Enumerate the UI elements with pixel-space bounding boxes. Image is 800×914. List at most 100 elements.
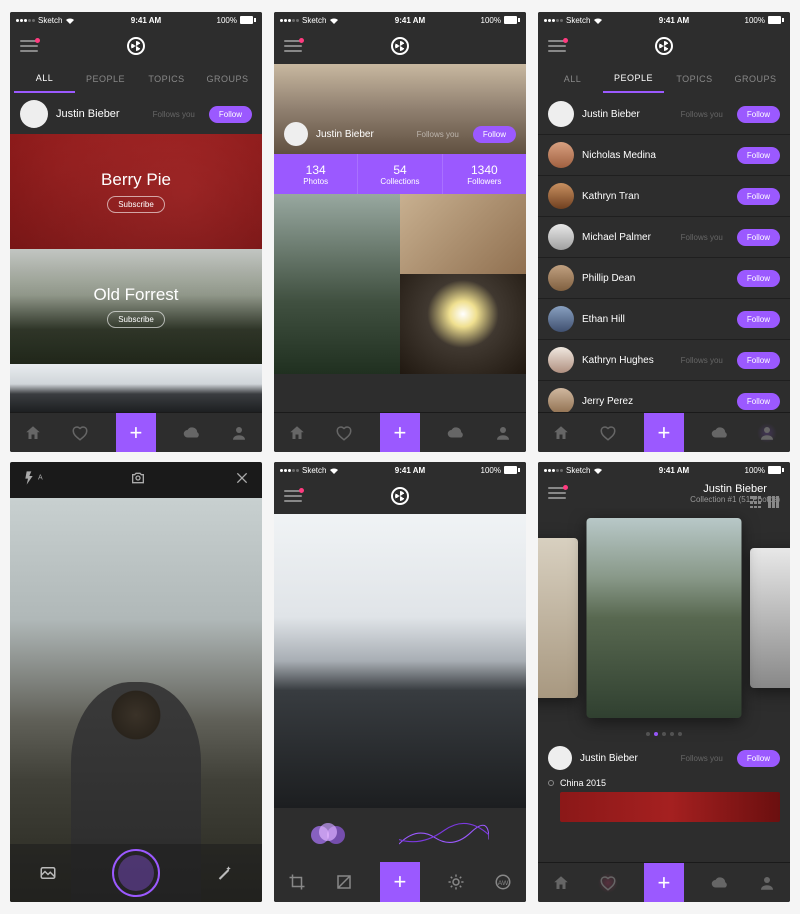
color-filter-icon[interactable] [311,823,345,847]
avatar[interactable] [548,388,574,412]
carousel-card[interactable] [538,538,578,698]
follow-button[interactable]: Follow [737,229,780,246]
tab-people[interactable]: PEOPLE [75,66,136,92]
gallery-icon[interactable] [36,861,60,885]
tab-all[interactable]: ALL [14,65,75,93]
switch-camera-icon[interactable] [130,470,146,491]
timeline-item[interactable]: China 2015 [538,776,790,790]
person-row[interactable]: Phillip Dean Follow [538,258,790,299]
follow-button[interactable]: Follow [737,270,780,287]
person-row[interactable]: Michael Palmer Follows you Follow [538,217,790,258]
add-button[interactable]: + [380,862,420,902]
avatar[interactable] [548,746,572,770]
crop-icon[interactable] [287,872,307,892]
heart-icon[interactable] [598,873,618,893]
menu-icon[interactable] [548,487,566,499]
stat-followers[interactable]: 1340Followers [443,154,526,194]
person-row[interactable]: Ethan Hill Follow [538,299,790,340]
person-row[interactable]: Kathryn Hughes Follows you Follow [538,340,790,381]
logo-icon[interactable] [127,37,145,55]
editor-photo[interactable] [274,514,526,808]
follow-button[interactable]: Follow [737,106,780,123]
card-building[interactable] [10,364,262,412]
follow-button[interactable]: Follow [737,188,780,205]
avatar[interactable] [548,224,574,250]
add-button[interactable]: + [380,413,420,453]
menu-icon[interactable] [284,40,302,52]
tab-all[interactable]: ALL [542,66,603,92]
home-icon[interactable] [287,423,307,443]
home-icon[interactable] [551,873,571,893]
tab-people[interactable]: PEOPLE [603,65,664,93]
avatar[interactable] [284,122,308,146]
logo-icon[interactable] [655,37,673,55]
tab-topics[interactable]: TOPICS [136,66,197,92]
flash-icon[interactable]: A [22,470,43,491]
person-row[interactable]: Kathryn Tran Follow [538,176,790,217]
magic-icon[interactable] [212,861,236,885]
profile-icon[interactable] [229,423,249,443]
grid-photo[interactable] [400,194,526,274]
stat-photos[interactable]: 134Photos [274,154,358,194]
stat-collections[interactable]: 54Collections [358,154,442,194]
brightness-icon[interactable] [446,872,466,892]
grid-photo[interactable] [400,274,526,374]
menu-icon[interactable] [548,40,566,52]
home-icon[interactable] [23,423,43,443]
avatar[interactable] [548,142,574,168]
logo-icon[interactable] [391,487,409,505]
auto-wb-icon[interactable]: AW [493,872,513,892]
person-row[interactable]: Justin Bieber Follows you Follow [538,94,790,135]
home-icon[interactable] [551,423,571,443]
card-forest[interactable]: Old Forrest Subscribe [10,249,262,364]
person-row[interactable]: Nicholas Medina Follow [538,135,790,176]
subscribe-button[interactable]: Subscribe [107,196,165,213]
carousel-card[interactable] [750,548,790,688]
heart-icon[interactable] [598,423,618,443]
follow-button[interactable]: Follow [737,750,780,767]
cloud-icon[interactable] [182,423,202,443]
avatar[interactable] [548,265,574,291]
add-button[interactable]: + [644,863,684,903]
user-row[interactable]: Justin Bieber Follows you Follow [538,740,790,776]
user-row[interactable]: Justin Bieber Follows you Follow [274,118,526,150]
shutter-button[interactable] [112,849,160,897]
tab-groups[interactable]: GROUPS [197,66,258,92]
follow-button[interactable]: Follow [473,126,516,143]
card-berry[interactable]: Berry Pie Subscribe [10,134,262,249]
exposure-icon[interactable] [334,872,354,892]
follow-button[interactable]: Follow [737,393,780,410]
subscribe-button[interactable]: Subscribe [107,311,165,328]
menu-icon[interactable] [20,40,38,52]
follow-button[interactable]: Follow [737,352,780,369]
logo-icon[interactable] [391,37,409,55]
avatar[interactable] [548,306,574,332]
add-button[interactable]: + [644,413,684,453]
user-row[interactable]: Justin Bieber Follows you Follow [10,94,262,134]
profile-icon[interactable] [757,873,777,893]
carousel[interactable] [538,508,790,728]
grid-photo[interactable] [274,194,400,374]
cloud-icon[interactable] [446,423,466,443]
heart-icon[interactable] [70,423,90,443]
profile-icon[interactable] [757,423,777,443]
tab-groups[interactable]: GROUPS [725,66,786,92]
heart-icon[interactable] [334,423,354,443]
tab-topics[interactable]: TOPICS [664,66,725,92]
curves-graph[interactable] [399,820,489,850]
avatar[interactable] [548,101,574,127]
cloud-icon[interactable] [710,873,730,893]
profile-icon[interactable] [493,423,513,443]
person-row[interactable]: Jerry Perez Follow [538,381,790,412]
avatar[interactable] [548,347,574,373]
follow-button[interactable]: Follow [209,106,252,123]
follow-button[interactable]: Follow [737,147,780,164]
carousel-card-active[interactable] [587,518,742,718]
timeline-photo[interactable] [560,792,780,822]
close-icon[interactable] [234,470,250,491]
avatar[interactable] [20,100,48,128]
cloud-icon[interactable] [710,423,730,443]
menu-icon[interactable] [284,490,302,502]
follow-button[interactable]: Follow [737,311,780,328]
add-button[interactable]: + [116,413,156,453]
